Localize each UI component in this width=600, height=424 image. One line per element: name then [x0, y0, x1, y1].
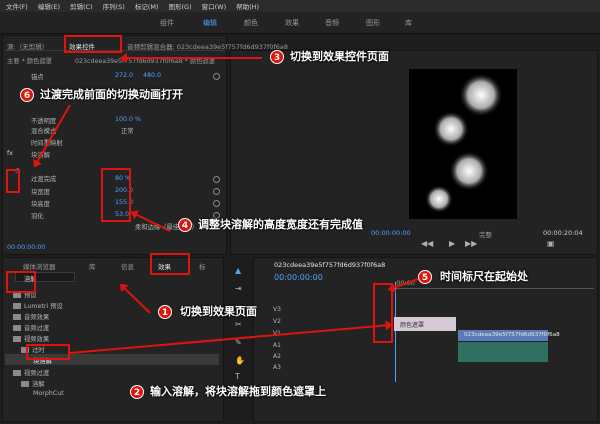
audio-clip[interactable] [458, 342, 548, 362]
color-mask-clip[interactable]: 颜色遮罩 [394, 317, 456, 331]
program-duration: 00:00:20:04 [543, 229, 583, 237]
timeline-timecode[interactable]: 00:00:00:00 [274, 273, 323, 282]
menu-graphics[interactable]: 图形(G) [169, 1, 192, 11]
play-back-icon[interactable]: ◀◀ [421, 239, 433, 248]
step-6-badge: 6 [20, 88, 34, 102]
time-ruler[interactable] [394, 288, 594, 289]
list-item[interactable]: MorphCut [33, 390, 64, 397]
list-item[interactable]: 视频过渡 [13, 368, 49, 377]
list-item[interactable]: 溶解 [21, 379, 45, 388]
block-width-label: 块宽度 [31, 189, 50, 196]
highlight-effect-controls-tab [64, 35, 122, 53]
transition-completion-label: 过渡完成 [31, 176, 57, 183]
reset-icon[interactable] [213, 200, 220, 207]
reset-icon[interactable] [213, 73, 220, 80]
fit-select[interactable]: 完整 [479, 229, 492, 239]
tab-timeline[interactable]: 023cdeea39e5f757fd6d937f0f6a8 [274, 261, 385, 269]
play-icon[interactable]: ▶ [449, 239, 455, 248]
step-2-text: 输入溶解，将块溶解拖到颜色遮罩上 [150, 385, 326, 398]
blend-mode-select[interactable]: 正常 [121, 126, 134, 136]
workspace-editing[interactable]: 编辑 [203, 18, 217, 28]
track-v3[interactable]: V3 [273, 306, 281, 313]
track-select-icon[interactable]: ⇥ [235, 284, 242, 293]
step-5-badge: 5 [418, 270, 432, 284]
menu-bar: 文件(F) 编辑(E) 剪辑(C) 序列(S) 标记(M) 图形(G) 窗口(W… [0, 0, 600, 12]
menu-file[interactable]: 文件(F) [6, 1, 28, 11]
reset-icon[interactable] [213, 188, 220, 195]
track-v2[interactable]: V2 [273, 318, 281, 325]
highlight-effects-tab [150, 253, 190, 275]
anchor-y-value[interactable]: 480.0 [143, 72, 161, 79]
anchor-label: 锚点 [31, 74, 44, 81]
workspace-effects[interactable]: 效果 [285, 18, 299, 28]
highlight-values [101, 168, 131, 222]
list-item[interactable]: 视频效果 [13, 334, 49, 343]
step-5-text: 时间标尺在起始处 [440, 270, 528, 283]
step-3-text: 切换到效果控件页面 [290, 50, 389, 63]
workspace-graphics[interactable]: 图形 [366, 18, 380, 28]
menu-window[interactable]: 窗口(W) [202, 1, 227, 11]
selection-tool-icon[interactable]: ▲ [235, 266, 241, 275]
step-4-text: 调整块溶解的高度宽度还有完成值 [198, 218, 363, 231]
arrow-3 [122, 57, 262, 59]
step-1-badge: 1 [158, 305, 172, 319]
camera-icon[interactable]: ▣ [547, 239, 555, 248]
tab-info[interactable]: 信息 [121, 261, 134, 271]
track-a2[interactable]: A2 [273, 353, 281, 360]
opacity-value[interactable]: 100.0 % [115, 116, 141, 123]
tools-panel: ▲ ⇥ ⇿ ✂ ✎ ✋ T [232, 262, 250, 382]
tab-media-browser[interactable]: 媒体浏览器 [23, 261, 56, 271]
track-a1[interactable]: A1 [273, 342, 281, 349]
block-height-label: 块高度 [31, 201, 50, 208]
highlight-search [6, 271, 36, 293]
step-forward-icon[interactable]: ▶▶ [465, 239, 477, 248]
step-1-text: 切换到效果页面 [180, 305, 257, 318]
step-2-badge: 2 [130, 385, 144, 399]
workspace-libraries[interactable]: 库 [405, 18, 412, 28]
highlight-block-dissolve [26, 344, 70, 360]
video-clip[interactable]: 023cdeea39e5f757fd6d937f0f6a8 [458, 330, 560, 341]
hand-icon[interactable]: ✋ [235, 356, 245, 365]
fx-icon: fx [7, 150, 13, 157]
feather-label: 羽化 [31, 213, 44, 220]
workspace-audio[interactable]: 音频 [325, 18, 339, 28]
workspace-assembly[interactable]: 组件 [160, 18, 174, 28]
list-item[interactable]: 音频过渡 [13, 323, 49, 332]
anchor-x-value[interactable]: 272.0 [115, 72, 133, 79]
menu-edit[interactable]: 编辑(E) [38, 1, 60, 11]
clip-header: 主要 * 颜色遮罩 [7, 58, 52, 65]
type-tool-icon[interactable]: T [235, 372, 240, 381]
menu-help[interactable]: 帮助(H) [236, 1, 259, 11]
list-item[interactable]: Lumetri 预设 [13, 301, 63, 310]
step-4-badge: 4 [178, 218, 192, 232]
menu-marker[interactable]: 标记(M) [135, 1, 159, 11]
workspace-bar: 组件 编辑 颜色 效果 音频 图形 库 [0, 12, 600, 34]
effect-controls-panel: 源:（无剪辑） 效果控件 主要 * 颜色遮罩 023cdeea39e5f757f… [2, 35, 227, 255]
step-3-badge: 3 [270, 50, 284, 64]
tab-libraries[interactable]: 库 [89, 261, 96, 271]
playhead[interactable] [395, 282, 396, 382]
program-timecode[interactable]: 00:00:00:00 [371, 229, 411, 237]
preview-frame [409, 69, 517, 219]
menu-sequence[interactable]: 序列(S) [103, 1, 125, 11]
reset-icon[interactable] [213, 176, 220, 183]
workspace-color[interactable]: 颜色 [244, 18, 258, 28]
track-a3[interactable]: A3 [273, 364, 281, 371]
razor-icon[interactable]: ✂ [235, 320, 242, 329]
opacity-label: 不透明度 [31, 118, 57, 125]
highlight-stopwatch [6, 169, 20, 193]
menu-clip[interactable]: 剪辑(C) [70, 1, 93, 11]
step-6-text: 过渡完成前面的切换动画打开 [40, 88, 183, 101]
tab-markers[interactable]: 标 [199, 261, 206, 271]
ec-timecode[interactable]: 00:00:00:00 [7, 244, 45, 254]
list-item[interactable]: 音频效果 [13, 312, 49, 321]
